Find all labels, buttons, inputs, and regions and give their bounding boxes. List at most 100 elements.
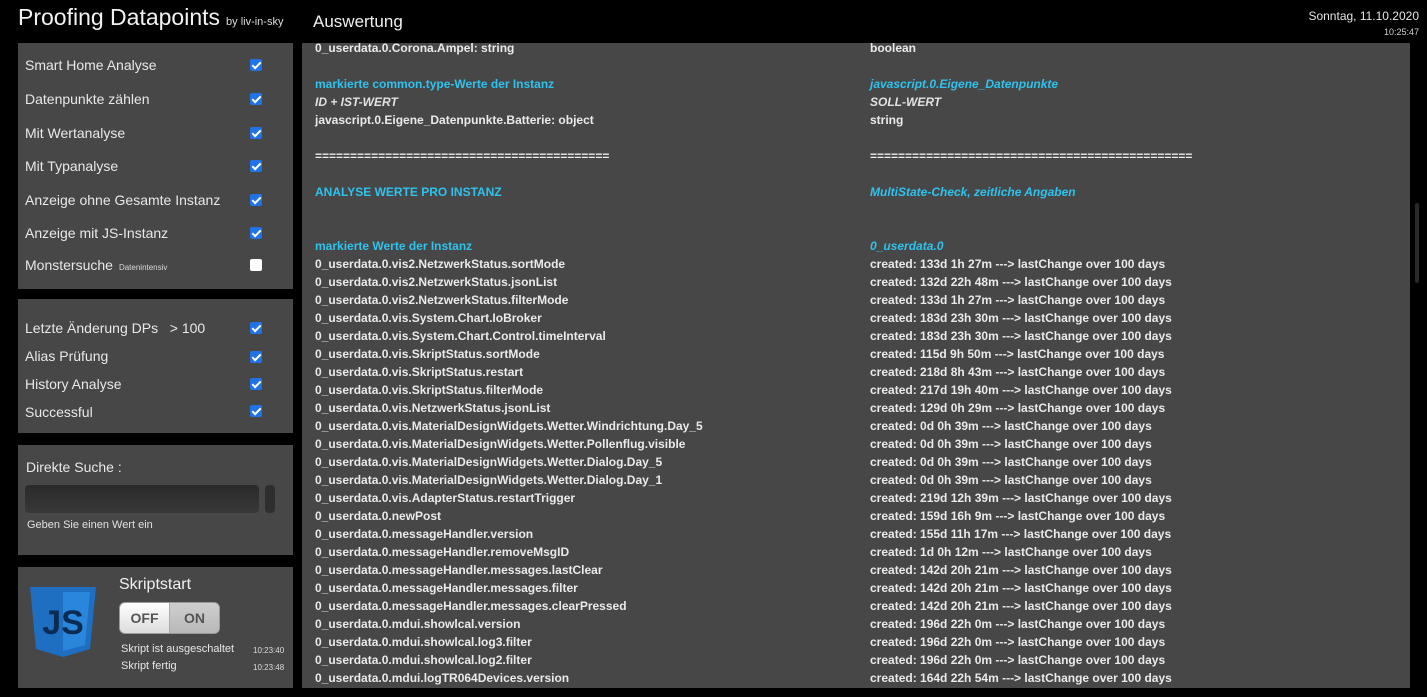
result-row: 0_userdata.0.messageHandler.version creat…	[315, 527, 1405, 545]
scrollbar[interactable]	[1410, 43, 1427, 688]
option-label-text: Monstersuche	[25, 257, 113, 273]
option-label: Monstersuche Datenintensiv	[25, 257, 167, 273]
toggle-on-label: ON	[170, 603, 219, 633]
result-row: 0_userdata.0.mdui.showlcal.version create…	[315, 617, 1405, 635]
result-value: created: 0d 0h 39m ---> lastChange over …	[870, 473, 1152, 487]
result-id: ANALYSE WERTE PRO INSTANZ	[315, 185, 502, 199]
status-text: Skript fertig	[121, 660, 177, 672]
result-id: 0_userdata.0.messageHandler.messages.cle…	[315, 599, 627, 613]
option-checkbox-smart-home[interactable]	[250, 59, 262, 71]
option-checkbox-monster-search[interactable]	[250, 259, 262, 271]
result-id: 0_userdata.0.mdui.showlcal.version	[315, 617, 521, 631]
result-value: created: 218d 8h 43m ---> lastChange ove…	[870, 365, 1166, 379]
result-value: created: 219d 12h 39m ---> lastChange ov…	[870, 491, 1172, 505]
option-label-text: Letzte Änderung DPs	[25, 320, 159, 336]
app-title-text: Proofing Datapoints	[18, 4, 221, 30]
scroll-thumb[interactable]	[1415, 203, 1419, 283]
result-value: SOLL-WERT	[870, 95, 942, 109]
search-hint: Geben Sie einen Wert ein	[27, 519, 153, 531]
result-row: ID + IST-WERT SOLL-WERT	[315, 95, 1405, 113]
result-row: markierte common.type-Werte der Instanz j…	[315, 77, 1405, 95]
result-row: 0_userdata.0.vis.NetzwerkStatus.jsonList…	[315, 401, 1405, 419]
option-checkbox-js-instance[interactable]	[250, 227, 262, 239]
status-text: Skript ist ausgeschaltet	[121, 643, 235, 655]
result-id: 0_userdata.0.messageHandler.version	[315, 527, 534, 541]
result-id: 0_userdata.0.vis2.NetzwerkStatus.sortMod…	[315, 257, 566, 271]
result-value: created: 164d 22h 54m ---> lastChange ov…	[870, 671, 1172, 685]
option-checkbox-value-analysis[interactable]	[250, 127, 262, 139]
js-logo-text: JS	[42, 604, 84, 642]
option-checkbox-count[interactable]	[250, 93, 262, 105]
result-row	[315, 59, 1405, 77]
script-panel: JS Skriptstart OFF ON Skript ist ausgesc…	[18, 567, 293, 688]
result-row: 0_userdata.0.vis.MaterialDesignWidgets.W…	[315, 419, 1405, 437]
results-panel: 0_userdata.0.Corona.Ampel: string boolean…	[302, 43, 1410, 688]
search-label: Direkte Suche :	[26, 459, 122, 475]
result-row: 0_userdata.0.vis.SkriptStatus.sortMode cr…	[315, 347, 1405, 365]
option-label: Mit Wertanalyse	[25, 125, 126, 141]
result-id: 0_userdata.0.vis.MaterialDesignWidgets.W…	[315, 437, 686, 451]
option-suffix: > 100	[169, 320, 206, 336]
result-value: 0_userdata.0	[870, 239, 944, 253]
result-id: ID + IST-WERT	[315, 95, 398, 109]
option-checkbox-alias[interactable]	[250, 351, 262, 363]
by-line: by liv-in-sky	[226, 16, 284, 28]
option-small-text: Datenintensiv	[118, 263, 168, 272]
result-value: created: 142d 20h 21m ---> lastChange ov…	[870, 563, 1172, 577]
result-value: created: 196d 22h 0m ---> lastChange ove…	[870, 653, 1166, 667]
status-time: 10:23:40	[253, 646, 285, 655]
search-handle[interactable]	[265, 485, 275, 513]
result-value: created: 0d 0h 39m ---> lastChange over …	[870, 419, 1152, 433]
result-id: 0_userdata.0.vis.SkriptStatus.restart	[315, 365, 524, 379]
result-row: ANALYSE WERTE PRO INSTANZ MultiState-Chec…	[315, 185, 1405, 203]
result-id: 0_userdata.0.vis.MaterialDesignWidgets.W…	[315, 419, 703, 433]
result-row: 0_userdata.0.Corona.Ampel: string boolean	[315, 43, 1405, 59]
result-value: created: 133d 1h 27m ---> lastChange ove…	[870, 293, 1166, 307]
result-value: created: 183d 23h 30m ---> lastChange ov…	[870, 329, 1172, 343]
result-row: 0_userdata.0.messageHandler.messages.las…	[315, 563, 1405, 581]
option-label: Letzte Änderung DPs > 100	[25, 320, 205, 336]
result-value: javascript.0.Eigene_Datenpunkte	[870, 77, 1059, 91]
script-toggle[interactable]: OFF ON	[119, 602, 220, 634]
result-id: 0_userdata.0.vis2.NetzwerkStatus.jsonLis…	[315, 275, 558, 289]
result-row: 0_userdata.0.mdui.showlcal.log3.filter cr…	[315, 635, 1405, 653]
result-row: 0_userdata.0.vis2.NetzwerkStatus.sortMod…	[315, 257, 1405, 275]
result-id: 0_userdata.0.vis.SkriptStatus.sortMode	[315, 347, 540, 361]
result-row: ========================================…	[315, 149, 1405, 167]
result-value: boolean	[870, 43, 917, 55]
result-value: created: 183d 23h 30m ---> lastChange ov…	[870, 311, 1172, 325]
result-id: 0_userdata.0.vis2.NetzwerkStatus.filterM…	[315, 293, 569, 307]
result-value: string	[870, 113, 904, 127]
option-label: Mit Typanalyse	[25, 158, 119, 174]
javascript-logo-icon: JS	[30, 587, 96, 657]
option-checkbox-type-analysis[interactable]	[250, 160, 262, 172]
option-checkbox-history[interactable]	[250, 378, 262, 390]
analysis-panel: Letzte Änderung DPs > 100 Alias Prüfung …	[18, 299, 293, 433]
option-label: Alias Prüfung	[25, 348, 109, 364]
option-checkbox-no-instance[interactable]	[250, 194, 262, 206]
result-id: 0_userdata.0.vis.MaterialDesignWidgets.W…	[315, 455, 663, 469]
result-id: markierte Werte der Instanz	[315, 239, 473, 253]
result-value: created: 1d 0h 12m ---> lastChange over …	[870, 545, 1152, 559]
result-value: created: 132d 22h 48m ---> lastChange ov…	[870, 275, 1172, 289]
option-checkbox-successful[interactable]	[250, 405, 262, 417]
result-value: MultiState-Check, zeitliche Angaben	[870, 185, 1076, 199]
option-checkbox-last-change[interactable]	[250, 322, 262, 334]
result-id: 0_userdata.0.vis.NetzwerkStatus.jsonList	[315, 401, 551, 415]
result-id: 0_userdata.0.vis.MaterialDesignWidgets.W…	[315, 473, 663, 487]
result-row: 0_userdata.0.mdui.showlcal.log2.filter cr…	[315, 653, 1405, 671]
result-id: 0_userdata.0.mdui.showlcal.log3.filter	[315, 635, 532, 649]
result-id: 0_userdata.0.vis.SkriptStatus.filterMode	[315, 383, 544, 397]
result-id: markierte common.type-Werte der Instanz	[315, 77, 555, 91]
time-display: 10:25:47	[1383, 27, 1419, 37]
result-id: 0_userdata.0.vis.System.Chart.IoBroker	[315, 311, 542, 325]
result-row: 0_userdata.0.vis.MaterialDesignWidgets.W…	[315, 455, 1405, 473]
result-row	[315, 203, 1405, 221]
search-input[interactable]	[25, 485, 259, 513]
result-value: created: 0d 0h 39m ---> lastChange over …	[870, 437, 1152, 451]
result-id: 0_userdata.0.mdui.showlcal.log2.filter	[315, 653, 532, 667]
option-label: Anzeige mit JS-Instanz	[25, 225, 169, 241]
result-row: 0_userdata.0.mdui.logTR064Devices.versio…	[315, 671, 1405, 688]
result-id: 0_userdata.0.vis.AdapterStatus.restartTr…	[315, 491, 576, 505]
result-row: 0_userdata.0.vis2.NetzwerkStatus.filterM…	[315, 293, 1405, 311]
